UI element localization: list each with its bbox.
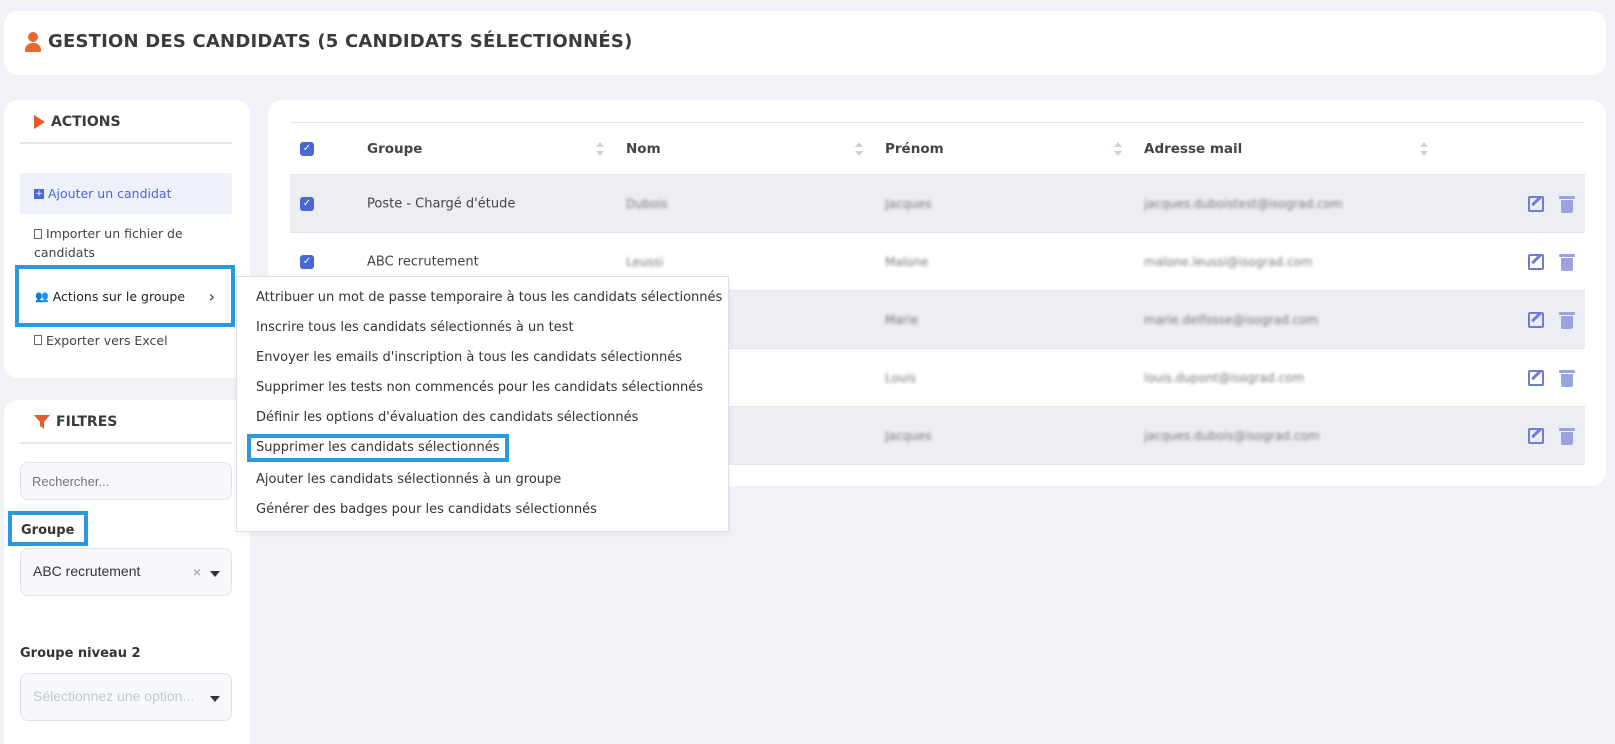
edit-icon[interactable] bbox=[1528, 253, 1544, 270]
excel-file-icon bbox=[34, 335, 42, 345]
page-header: GESTION DES CANDIDATS (5 CANDIDATS SÉLEC… bbox=[4, 11, 1606, 75]
cell-email: louis.dupont@isograd.com bbox=[1144, 370, 1305, 385]
actions-title-text: ACTIONS bbox=[51, 114, 121, 130]
row-checkbox[interactable]: ✓ bbox=[300, 254, 314, 269]
groupe-select-value: ABC recrutement bbox=[33, 563, 141, 579]
cell-groupe: ABC recrutement bbox=[367, 254, 479, 269]
column-header-groupe[interactable]: Groupe bbox=[367, 141, 422, 157]
import-candidates-button[interactable]: Importer un fichier de candidats bbox=[20, 224, 220, 262]
groupe-niveau2-placeholder: Sélectionnez une option... bbox=[33, 688, 195, 704]
row-checkbox[interactable]: ✓ bbox=[300, 196, 314, 211]
cell-prenom: Louis bbox=[885, 370, 917, 385]
cell-email: jacques.dubois@isograd.com bbox=[1144, 428, 1320, 443]
group-actions-button[interactable]: 👥 Actions sur le groupe › bbox=[15, 265, 235, 327]
menu-item-eval-options[interactable]: Définir les options d'évaluation des can… bbox=[256, 409, 638, 427]
filters-title-text: FILTRES bbox=[56, 414, 118, 430]
users-icon: 👥 bbox=[35, 289, 49, 303]
search-input[interactable] bbox=[20, 462, 232, 500]
cell-email: malone.leussi@isograd.com bbox=[1144, 254, 1313, 269]
actions-title: ACTIONS bbox=[20, 114, 232, 144]
groupe-niveau2-select[interactable]: Sélectionnez une option... bbox=[20, 673, 232, 721]
sort-icon[interactable] bbox=[596, 141, 604, 156]
menu-item-temp-password[interactable]: Attribuer un mot de passe temporaire à t… bbox=[256, 289, 722, 307]
caret-down-icon bbox=[210, 696, 220, 702]
select-all-checkbox[interactable]: ✓ bbox=[300, 141, 314, 156]
menu-item-enroll-test[interactable]: Inscrire tous les candidats sélectionnés… bbox=[256, 319, 574, 337]
edit-icon[interactable] bbox=[1528, 311, 1544, 328]
page-title-text: GESTION DES CANDIDATS (5 CANDIDATS SÉLEC… bbox=[48, 31, 633, 52]
groupe-label: Groupe bbox=[8, 511, 88, 546]
filter-icon bbox=[34, 415, 50, 429]
caret-down-icon bbox=[210, 571, 220, 577]
cell-groupe: Poste - Chargé d'étude bbox=[367, 196, 516, 211]
groupe-select[interactable]: ABC recrutement × bbox=[20, 548, 232, 596]
cell-prenom: Jacques bbox=[885, 428, 932, 443]
sort-icon[interactable] bbox=[1420, 141, 1428, 156]
add-candidate-button[interactable]: + Ajouter un candidat bbox=[20, 173, 232, 214]
cell-email: jacques.duboistest@isograd.com bbox=[1144, 196, 1343, 211]
filters-title: FILTRES bbox=[20, 414, 232, 444]
cell-nom: Dubois bbox=[626, 196, 668, 211]
column-header-prenom[interactable]: Prénom bbox=[885, 141, 944, 157]
page-title: GESTION DES CANDIDATS (5 CANDIDATS SÉLEC… bbox=[24, 31, 633, 52]
import-candidates-label: Importer un fichier de candidats bbox=[34, 224, 220, 262]
group-actions-label: Actions sur le groupe bbox=[52, 288, 186, 304]
edit-icon[interactable] bbox=[1528, 195, 1544, 212]
table-row: ✓ Poste - Chargé d'étude Dubois Jacques … bbox=[290, 175, 1585, 233]
trash-icon[interactable] bbox=[1559, 195, 1575, 213]
export-excel-button[interactable]: Exporter vers Excel bbox=[20, 331, 232, 350]
menu-item-add-to-group[interactable]: Ajouter les candidats sélectionnés à un … bbox=[256, 471, 561, 489]
cell-nom: Leussi bbox=[626, 254, 664, 269]
group-actions-menu: Attribuer un mot de passe temporaire à t… bbox=[236, 276, 729, 532]
add-candidate-label: Ajouter un candidat bbox=[48, 186, 172, 201]
column-header-nom[interactable]: Nom bbox=[626, 141, 661, 157]
trash-icon[interactable] bbox=[1559, 253, 1575, 271]
cell-prenom: Marie bbox=[885, 312, 919, 327]
clear-icon[interactable]: × bbox=[193, 564, 201, 580]
cell-prenom: Jacques bbox=[885, 196, 932, 211]
file-import-icon bbox=[34, 229, 42, 239]
menu-item-send-emails[interactable]: Envoyer les emails d'inscription à tous … bbox=[256, 349, 682, 367]
menu-item-delete-tests[interactable]: Supprimer les tests non commencés pour l… bbox=[256, 379, 703, 397]
play-icon bbox=[34, 115, 45, 129]
trash-icon[interactable] bbox=[1559, 369, 1575, 387]
table-header-row: ✓ Groupe Nom Prénom Adresse mail bbox=[290, 123, 1585, 175]
sort-icon[interactable] bbox=[855, 141, 863, 156]
chevron-right-icon: › bbox=[208, 287, 215, 306]
import-text: Importer un fichier de candidats bbox=[34, 226, 183, 260]
plus-square-icon: + bbox=[34, 188, 44, 199]
trash-icon[interactable] bbox=[1559, 311, 1575, 329]
export-excel-label: Exporter vers Excel bbox=[46, 333, 168, 348]
edit-icon[interactable] bbox=[1528, 427, 1544, 444]
cell-email: marie.delfosse@isograd.com bbox=[1144, 312, 1319, 327]
menu-item-generate-badges[interactable]: Générer des badges pour les candidats sé… bbox=[256, 501, 597, 519]
sort-icon[interactable] bbox=[1114, 141, 1122, 156]
trash-icon[interactable] bbox=[1559, 427, 1575, 445]
column-header-email[interactable]: Adresse mail bbox=[1144, 141, 1242, 157]
cell-prenom: Malone bbox=[885, 254, 929, 269]
menu-item-delete-candidates[interactable]: Supprimer les candidats sélectionnés bbox=[247, 434, 510, 462]
edit-icon[interactable] bbox=[1528, 369, 1544, 386]
groupe-niveau2-label: Groupe niveau 2 bbox=[20, 646, 141, 661]
user-icon bbox=[24, 31, 42, 52]
